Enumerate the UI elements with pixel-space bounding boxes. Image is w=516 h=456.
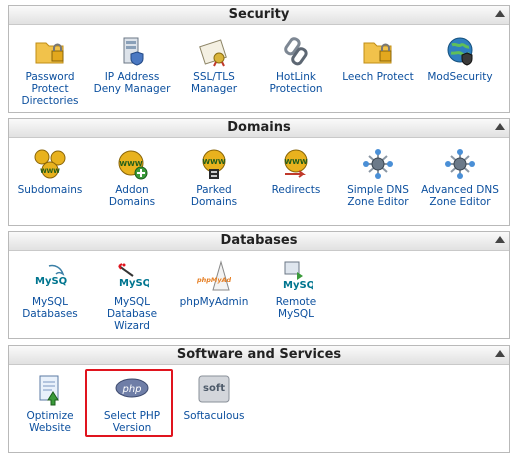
mysql-databases-link[interactable]: MySQL MySQL Databases xyxy=(11,260,89,320)
item-label: SSL/TLS Manager xyxy=(190,71,238,95)
svg-text:WWW: WWW xyxy=(284,158,307,166)
selection-highlight-box xyxy=(85,369,173,437)
item-label: Optimize Website xyxy=(26,410,74,434)
subdomains-link[interactable]: WWW Subdomains xyxy=(11,148,89,196)
folder-lock-icon xyxy=(363,42,392,64)
svg-text:WWW: WWW xyxy=(202,158,225,166)
security-panel-header[interactable]: Security xyxy=(9,6,509,25)
dns-network-icon xyxy=(363,149,393,179)
mysql-database-wizard-link[interactable]: MySQL MySQL Database Wizard xyxy=(93,260,171,332)
item-label: Softaculous xyxy=(183,410,245,422)
item-label: Addon Domains xyxy=(108,184,156,208)
hotlink-protection-link[interactable]: HotLink Protection xyxy=(257,35,335,95)
svg-text:MySQL: MySQL xyxy=(119,278,149,289)
svg-text:MySQL: MySQL xyxy=(35,276,67,287)
phpmyadmin-link[interactable]: phpMyAdmin phpMyAdmin xyxy=(175,260,253,308)
item-label: MySQL Database Wizard xyxy=(106,296,158,332)
simple-dns-zone-editor-link[interactable]: Simple DNS Zone Editor xyxy=(339,148,417,208)
phpmyadmin-icon: phpMyAdmin xyxy=(197,260,231,291)
addon-domains-link[interactable]: WWW Addon Domains xyxy=(93,148,171,208)
item-label: ModSecurity xyxy=(427,71,493,83)
item-label: HotLink Protection xyxy=(269,71,323,95)
item-label: Subdomains xyxy=(17,184,83,196)
item-label: Redirects xyxy=(271,184,321,196)
svg-text:phpMyAdmin: phpMyAdmin xyxy=(197,276,231,284)
item-label: Parked Domains xyxy=(190,184,238,208)
panel-title: Databases xyxy=(220,233,298,248)
server-shield-icon xyxy=(123,37,144,66)
item-label: Simple DNS Zone Editor xyxy=(347,184,409,208)
item-label: Advanced DNS Zone Editor xyxy=(421,184,499,208)
remote-mysql-icon: MySQL xyxy=(283,261,313,291)
item-label: Leech Protect xyxy=(342,71,414,83)
databases-panel-header[interactable]: Databases xyxy=(9,232,509,251)
collapse-arrow-icon[interactable] xyxy=(495,350,505,357)
mysql-dolphin-icon: MySQL xyxy=(35,264,67,287)
certificate-icon xyxy=(199,39,227,67)
domains-panel-header[interactable]: Domains xyxy=(9,119,509,138)
ip-address-deny-manager-link[interactable]: IP Address Deny Manager xyxy=(93,35,171,95)
password-protect-directories-link[interactable]: Password Protect Directories xyxy=(11,35,89,107)
modsecurity-link[interactable]: ModSecurity xyxy=(421,35,499,83)
panel-title: Software and Services xyxy=(176,347,342,362)
item-label: Password Protect Directories xyxy=(21,71,79,107)
svg-text:WWW: WWW xyxy=(40,168,60,175)
remote-mysql-link[interactable]: MySQL Remote MySQL xyxy=(257,260,335,320)
chain-link-icon xyxy=(284,37,308,66)
advanced-dns-zone-editor-link[interactable]: Advanced DNS Zone Editor xyxy=(421,148,499,208)
collapse-arrow-icon[interactable] xyxy=(495,10,505,17)
softaculous-link[interactable]: soft Softaculous xyxy=(175,374,253,422)
parked-domains-link[interactable]: WWW Parked Domains xyxy=(175,148,253,208)
globe-shield-icon xyxy=(447,37,473,66)
folder-lock-icon xyxy=(35,42,64,64)
item-label: MySQL Databases xyxy=(22,296,78,320)
optimize-document-icon xyxy=(39,375,59,406)
www-add-icon: WWW xyxy=(118,150,148,180)
leech-protect-link[interactable]: Leech Protect xyxy=(339,35,417,83)
collapse-arrow-icon[interactable] xyxy=(495,123,505,130)
www-globes-icon: WWW xyxy=(34,149,66,179)
item-label: phpMyAdmin xyxy=(179,296,249,308)
mysql-wizard-icon: MySQL xyxy=(118,263,149,289)
item-label: IP Address Deny Manager xyxy=(93,71,171,95)
svg-text:soft: soft xyxy=(203,383,225,394)
dns-network-icon xyxy=(445,149,475,179)
www-redirect-icon: WWW xyxy=(284,149,308,178)
redirects-link[interactable]: WWW Redirects xyxy=(257,148,335,196)
panel-title: Domains xyxy=(227,120,291,135)
panel-title: Security xyxy=(228,7,290,22)
item-label: Remote MySQL xyxy=(275,296,317,320)
www-parked-icon: WWW xyxy=(202,149,226,179)
softaculous-logo-icon: soft xyxy=(198,375,230,403)
software-services-panel-header[interactable]: Software and Services xyxy=(9,346,509,365)
svg-text:MySQL: MySQL xyxy=(283,280,313,291)
ssl-tls-manager-link[interactable]: SSL/TLS Manager xyxy=(175,35,253,95)
collapse-arrow-icon[interactable] xyxy=(495,236,505,243)
optimize-website-link[interactable]: Optimize Website xyxy=(11,374,89,434)
